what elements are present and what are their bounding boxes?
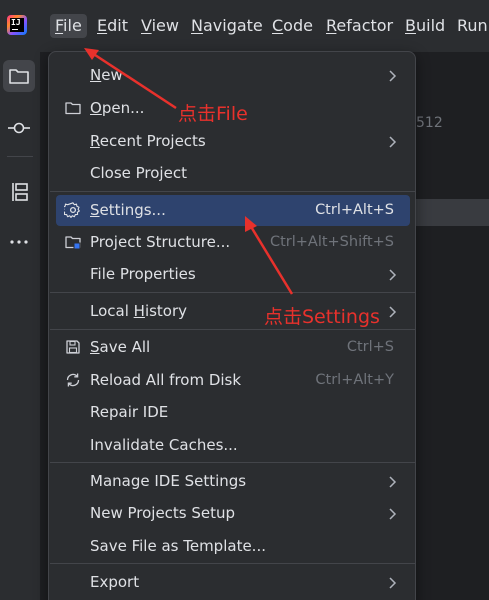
menu-view[interactable]: View [141, 14, 179, 38]
file-menu-save-all[interactable]: Save All Ctrl+S [56, 332, 410, 363]
file-menu-reload-all[interactable]: Reload All from Disk Ctrl+Alt+Y [56, 365, 410, 396]
chevron-right-icon [389, 70, 397, 82]
project-structure-icon [65, 236, 81, 250]
save-all-label: Save All [90, 338, 151, 356]
export-label: Export [90, 573, 140, 591]
menu-edit[interactable]: Edit [97, 14, 128, 38]
more-dots-icon [10, 240, 28, 244]
file-menu-file-properties[interactable]: File Properties [56, 259, 410, 290]
menu-code-mnemonic: C [272, 16, 284, 35]
recent-projects-label: Recent Projects [90, 132, 206, 150]
menu-run-label: Run [457, 16, 488, 35]
file-menu-export[interactable]: Export [56, 567, 410, 598]
settings-label: Settings... [90, 201, 166, 219]
save-all-shortcut: Ctrl+S [346, 339, 394, 355]
app-logo-icon[interactable]: IJ [7, 15, 27, 35]
menu-build-label: uild [415, 16, 446, 35]
file-menu-save-file-as-template[interactable]: Save File as Template... [56, 531, 410, 562]
new-projects-setup-label: New Projects Setup [90, 504, 236, 522]
gear-icon [64, 202, 80, 218]
invalidate-caches-label: Invalidate Caches... [90, 436, 238, 454]
menu-code[interactable]: Code [272, 14, 313, 38]
menu-refactor-mnemonic: R [326, 16, 337, 35]
project-structure-shortcut: Ctrl+Alt+Shift+S [269, 234, 394, 250]
menu-code-label: ode [283, 16, 313, 35]
menu-separator [50, 329, 416, 330]
chevron-right-icon [389, 136, 397, 148]
file-menu-manage-ide-settings[interactable]: Manage IDE Settings [56, 466, 410, 497]
project-structure-label: Project Structure... [90, 233, 231, 251]
menu-edit-label: dit [107, 16, 128, 35]
menu-build-mnemonic: B [405, 16, 416, 35]
chevron-right-icon [389, 269, 397, 281]
commit-icon [8, 122, 30, 134]
background-highlight-row [410, 199, 489, 226]
file-menu-project-structure[interactable]: Project Structure... Ctrl+Alt+Shift+S [56, 227, 410, 258]
menu-refactor-label: efactor [336, 16, 394, 35]
menu-separator [50, 563, 416, 564]
manage-ide-settings-label: Manage IDE Settings [90, 472, 247, 490]
folder-icon [9, 69, 29, 84]
annotation-click-file: 点击File [178, 103, 248, 125]
menu-file[interactable]: File [50, 14, 87, 38]
menu-navigate-mnemonic: N [191, 16, 203, 35]
file-menu-invalidate-caches[interactable]: Invalidate Caches... [56, 430, 410, 461]
folder-icon [65, 102, 81, 115]
save-icon [66, 340, 80, 354]
file-menu-recent-projects[interactable]: Recent Projects [56, 126, 410, 157]
tool-separator [7, 156, 33, 157]
open-label: Open... [90, 99, 145, 117]
file-menu-repair-ide[interactable]: Repair IDE [56, 397, 410, 428]
chevron-right-icon [389, 577, 397, 589]
annotation-click-settings: 点击Settings [264, 306, 380, 328]
main-menubar: IJ File Edit View Navigate Code Refactor… [0, 0, 489, 52]
close-project-label: Close Project [90, 164, 187, 182]
reload-all-shortcut: Ctrl+Alt+Y [315, 372, 394, 388]
left-tool-strip [0, 52, 40, 600]
menu-view-mnemonic: V [141, 16, 152, 35]
file-menu-new[interactable]: New [56, 60, 410, 91]
menu-build[interactable]: Build [405, 14, 445, 38]
file-menu-settings[interactable]: Settings... Ctrl+Alt+S [56, 195, 410, 226]
menu-navigate[interactable]: Navigate [191, 14, 263, 38]
file-menu-new-projects-setup[interactable]: New Projects Setup [56, 498, 410, 529]
local-history-label: Local History [90, 302, 188, 320]
more-tools-button[interactable] [3, 226, 35, 258]
commit-tool-button[interactable] [3, 112, 35, 144]
menu-navigate-label: avigate [202, 16, 263, 35]
menu-edit-mnemonic: E [97, 16, 108, 35]
reload-icon [66, 373, 80, 387]
reload-all-label: Reload All from Disk [90, 371, 242, 389]
menu-separator [50, 462, 416, 463]
structure-tool-button[interactable] [3, 176, 35, 208]
menu-separator [50, 292, 416, 293]
chevron-right-icon [389, 476, 397, 488]
save-file-as-template-label: Save File as Template... [90, 537, 266, 555]
project-tool-button[interactable] [3, 60, 35, 92]
repair-ide-label: Repair IDE [90, 403, 169, 421]
chevron-right-icon [389, 508, 397, 520]
background-number: 512 [416, 115, 443, 131]
structure-icon [12, 183, 28, 201]
menu-run[interactable]: Run [457, 14, 489, 38]
menu-file-mnemonic: F [55, 16, 64, 35]
menu-view-label: iew [151, 16, 179, 35]
menu-refactor[interactable]: Refactor [326, 14, 393, 38]
menu-file-label: ile [63, 16, 82, 35]
new-label: New [90, 66, 123, 84]
settings-shortcut: Ctrl+Alt+S [315, 202, 394, 218]
file-properties-label: File Properties [90, 265, 196, 283]
menu-separator [50, 191, 416, 192]
app-logo-letters: IJ [11, 18, 21, 27]
chevron-right-icon [389, 306, 397, 318]
file-menu-close-project[interactable]: Close Project [56, 158, 410, 189]
